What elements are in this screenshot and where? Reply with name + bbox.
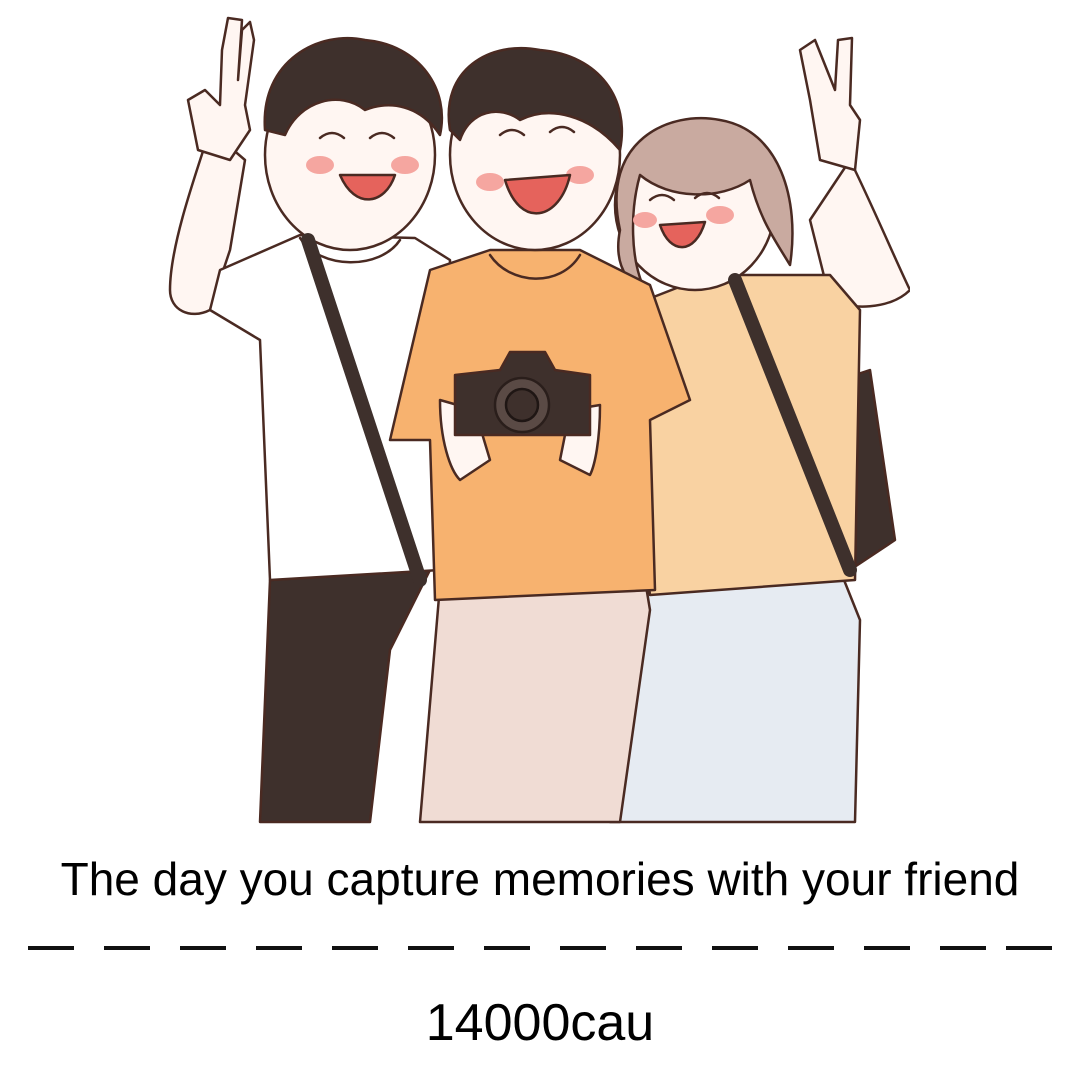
- watermark-text: 14000cau: [425, 994, 655, 1052]
- peace-sign-hand-icon: [186, 16, 256, 162]
- friends-illustration: [168, 16, 910, 824]
- dash-divider: [28, 946, 1052, 952]
- middle-friend-pants: [418, 578, 652, 824]
- peace-sign-hand-icon: [798, 36, 862, 172]
- right-friend: [608, 36, 910, 824]
- left-friend-pants: [258, 568, 432, 824]
- caption-text: The day you capture memories with your f…: [60, 853, 1020, 905]
